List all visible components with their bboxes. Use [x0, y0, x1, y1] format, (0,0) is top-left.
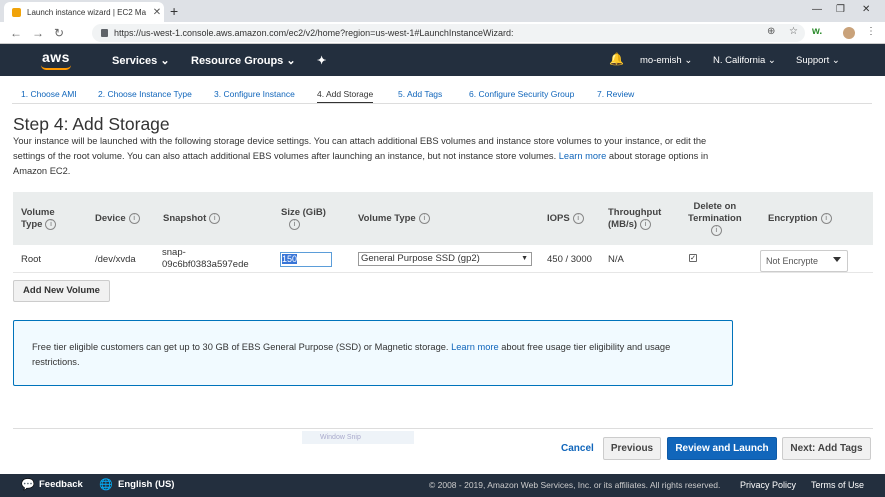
next-add-tags-button[interactable]: Next: Add Tags [782, 437, 871, 460]
address-bar[interactable]: https://us-west-1.console.aws.amazon.com… [92, 24, 805, 42]
page-title: Step 4: Add Storage [13, 114, 170, 134]
table-header: Volume Type i Device i Snapshot i Size (GiB… [13, 192, 873, 245]
info-icon[interactable]: i [45, 219, 57, 230]
account-menu[interactable]: mo-emish ⌄ [640, 55, 692, 66]
info-icon[interactable]: i [209, 213, 221, 224]
cancel-button[interactable]: Cancel [561, 443, 594, 454]
wizard-tab-configure-instance[interactable]: 3. Configure Instance [214, 89, 295, 99]
size-input[interactable]: 150 [280, 252, 332, 267]
bell-icon[interactable]: 🔔 [609, 52, 624, 66]
info-icon[interactable]: i [128, 213, 140, 224]
zoom-icon[interactable]: ⊕ [767, 26, 775, 37]
feedback-link[interactable]: Feedback [39, 479, 83, 490]
aws-top-nav: aws Services ⌄ Resource Groups ⌄ ✦ 🔔 mo-… [0, 44, 885, 76]
terms-of-use-link[interactable]: Terms of Use [811, 480, 864, 490]
volume-type-select[interactable]: General Purpose SSD (gp2) ▼ [358, 252, 532, 266]
support-menu[interactable]: Support ⌄ [796, 55, 840, 66]
back-icon[interactable]: ← [10, 27, 22, 39]
info-icon[interactable]: i [640, 219, 652, 230]
free-tier-text: Free tier eligible customers can get up … [32, 342, 449, 352]
wizard-tab-instance-type[interactable]: 2. Choose Instance Type [98, 89, 192, 99]
minimize-icon[interactable]: — [812, 4, 822, 15]
wizard-tab-add-storage[interactable]: 4. Add Storage [317, 89, 374, 104]
previous-button[interactable]: Previous [603, 437, 661, 460]
cell-volume-type: Root [21, 254, 42, 265]
learn-more-free-tier-link[interactable]: Learn more [451, 342, 499, 352]
info-icon[interactable]: i [820, 213, 832, 224]
info-icon[interactable]: i [289, 219, 300, 230]
header-size: Size (GiB) i [281, 207, 326, 230]
add-new-volume-button[interactable]: Add New Volume [13, 280, 110, 302]
learn-more-storage-link[interactable]: Learn more [559, 151, 607, 161]
new-tab-icon[interactable]: + [170, 4, 178, 18]
table-row: Root /dev/xvda snap- 09c6bf0383a597ede 15… [13, 245, 873, 273]
header-device: Device i [95, 213, 140, 225]
browser-toolbar: ← → ↻ https://us-west-1.console.aws.amaz… [0, 22, 885, 44]
console-footer: 💬 Feedback 🌐 English (US) © 2008 - 2019,… [0, 474, 885, 497]
wizard-tabs-divider [12, 103, 872, 104]
header-snapshot: Snapshot i [163, 213, 221, 225]
wizard-tab-add-tags[interactable]: 5. Add Tags [398, 89, 442, 99]
header-volume-type-select: Volume Type i [358, 213, 430, 225]
storage-table: Volume Type i Device i Snapshot i Size (GiB… [13, 192, 873, 273]
window-snip-overlay: Window Snip [302, 431, 414, 444]
feedback-icon: 💬 [21, 479, 35, 491]
bookmark-star-icon[interactable]: ☆ [789, 26, 798, 37]
header-iops: IOPS i [547, 213, 584, 225]
aws-logo[interactable]: aws [42, 49, 70, 65]
services-menu[interactable]: Services ⌄ [112, 54, 170, 67]
browser-tab-title: Launch instance wizard | EC2 Ma [27, 7, 147, 17]
cell-iops: 450 / 3000 [547, 254, 592, 265]
url-text: https://us-west-1.console.aws.amazon.com… [114, 28, 514, 38]
pin-icon[interactable]: ✦ [317, 54, 326, 67]
wizard-tab-review[interactable]: 7. Review [597, 89, 634, 99]
cell-device: /dev/xvda [95, 254, 136, 265]
encryption-select[interactable]: Not Encrypte [760, 250, 848, 272]
browser-tab[interactable]: Launch instance wizard | EC2 Ma ✕ [4, 2, 164, 22]
forward-icon[interactable]: → [32, 27, 44, 39]
page-description: Your instance will be launched with the … [13, 134, 733, 179]
review-and-launch-button[interactable]: Review and Launch [667, 437, 777, 460]
aws-logo-smile-icon [41, 65, 71, 70]
reload-icon[interactable]: ↻ [54, 27, 64, 39]
header-throughput: Throughput (MB/s) i [608, 207, 662, 231]
extension-icon[interactable]: w. [812, 26, 822, 37]
info-icon[interactable]: i [418, 213, 430, 224]
wizard-steps: 1. Choose AMI 2. Choose Instance Type 3.… [0, 86, 885, 104]
cell-throughput: N/A [608, 254, 624, 265]
profile-avatar-icon[interactable] [843, 27, 855, 39]
info-icon[interactable]: i [710, 225, 722, 236]
dropdown-caret-icon [833, 257, 841, 262]
wizard-tab-choose-ami[interactable]: 1. Choose AMI [21, 89, 77, 99]
footer-divider [13, 428, 873, 429]
aws-favicon-icon [12, 7, 21, 17]
cell-snapshot: snap- 09c6bf0383a597ede [162, 247, 249, 270]
close-window-icon[interactable]: ✕ [862, 4, 870, 15]
globe-icon: 🌐 [99, 479, 113, 491]
wizard-tab-security-group[interactable]: 6. Configure Security Group [469, 89, 574, 99]
resource-groups-menu[interactable]: Resource Groups ⌄ [191, 54, 296, 67]
browser-menu-icon[interactable]: ⋮ [866, 26, 876, 37]
lock-icon [101, 29, 108, 37]
free-tier-info-box: Free tier eligible customers can get up … [13, 320, 733, 386]
copyright-text: © 2008 - 2019, Amazon Web Services, Inc.… [429, 480, 721, 490]
delete-on-termination-checkbox[interactable]: ✓ [689, 254, 697, 262]
header-delete-on-termination: Delete on Termination i [688, 201, 742, 236]
privacy-policy-link[interactable]: Privacy Policy [740, 480, 796, 490]
header-volume-type: Volume Type i [21, 207, 57, 231]
header-encryption: Encryption i [768, 213, 832, 225]
dropdown-caret-icon: ▼ [521, 255, 528, 262]
region-menu[interactable]: N. California ⌄ [713, 55, 776, 66]
language-selector[interactable]: English (US) [118, 479, 174, 490]
browser-tab-strip: Launch instance wizard | EC2 Ma ✕ + — ❐ … [0, 0, 885, 22]
close-tab-icon[interactable]: ✕ [150, 7, 164, 18]
restore-icon[interactable]: ❐ [836, 4, 845, 15]
info-icon[interactable]: i [572, 213, 584, 224]
